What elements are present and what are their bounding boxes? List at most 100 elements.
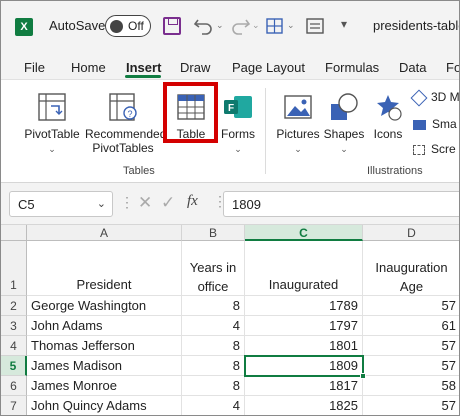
cell-age[interactable]: 57 (363, 336, 459, 356)
cell-c1[interactable]: Inaugurated (245, 241, 363, 296)
insert-function-icon[interactable]: fx (187, 193, 198, 210)
chevron-down-icon: ⌄ (234, 144, 242, 154)
cell-president[interactable]: John Quincy Adams (27, 396, 182, 415)
icons-button[interactable]: Icons (369, 92, 407, 141)
cell-age[interactable]: 61 (363, 316, 459, 336)
tab-formulas[interactable]: Formulas (325, 60, 379, 75)
cell-age[interactable]: 58 (363, 376, 459, 396)
cell-years[interactable]: 4 (182, 316, 245, 336)
tab-page-layout[interactable]: Page Layout (232, 60, 305, 75)
tab-formulas-partial[interactable]: Fo (446, 60, 459, 75)
form-icon[interactable] (305, 17, 325, 35)
row-header-6[interactable]: 6 (1, 376, 27, 396)
cell-president[interactable]: George Washington (27, 296, 182, 316)
borders-dropdown-icon[interactable]: ⌄ (287, 20, 295, 31)
cell-age[interactable]: 57 (363, 356, 459, 376)
chevron-down-icon: ⌄ (294, 144, 302, 154)
cell-d1-line1: Inauguration (375, 260, 448, 275)
smartart-label: Sma (432, 117, 457, 131)
redo-icon[interactable] (229, 16, 251, 36)
cell-president[interactable]: Thomas Jefferson (27, 336, 182, 356)
pictures-button[interactable]: Pictures ⌄ (273, 92, 323, 156)
shapes-button[interactable]: Shapes ⌄ (323, 92, 365, 156)
cell-d1[interactable]: Inauguration Age (363, 241, 459, 296)
screenshot-button[interactable]: Scre (413, 142, 459, 156)
column-header-c[interactable]: C (245, 225, 363, 241)
select-all-corner[interactable] (1, 225, 27, 241)
recommended-pivottables-button[interactable]: ? Recommended PivotTables (85, 92, 167, 155)
row-header-2[interactable]: 2 (1, 296, 27, 316)
redo-dropdown-icon[interactable]: ⌄ (252, 20, 260, 31)
autosave-state: Off (128, 19, 144, 33)
cell-b1-line1: Years in (189, 260, 237, 275)
cell-inaugurated[interactable]: 1797 (245, 316, 363, 336)
screenshot-label: Scre (431, 142, 456, 156)
cell-years[interactable]: 8 (182, 376, 245, 396)
cell-inaugurated[interactable]: 1817 (245, 376, 363, 396)
tab-file[interactable]: File (24, 60, 45, 75)
cell-age[interactable]: 57 (363, 296, 459, 316)
smartart-icon (413, 119, 426, 130)
undo-dropdown-icon[interactable]: ⌄ (216, 20, 224, 31)
cell-a1[interactable]: President (27, 241, 182, 296)
cell-president[interactable]: James Madison (27, 356, 182, 376)
cell-years[interactable]: 8 (182, 356, 245, 376)
active-tab-indicator (125, 75, 161, 78)
tab-home[interactable]: Home (71, 60, 106, 75)
forms-button[interactable]: F Forms ⌄ (217, 92, 259, 156)
cell-b1[interactable]: Years in office (182, 241, 245, 296)
cell-president[interactable]: John Adams (27, 316, 182, 336)
tab-insert[interactable]: Insert (126, 60, 161, 75)
enter-icon[interactable]: ✓ (161, 193, 175, 213)
ribbon: PivotTable ⌄ ? Recommended PivotTables T… (1, 79, 459, 183)
shapes-label: Shapes (323, 127, 365, 141)
chevron-down-icon: ⌄ (340, 144, 348, 154)
fill-handle[interactable] (360, 373, 366, 379)
formula-input[interactable]: 1809 (223, 191, 459, 217)
name-box[interactable]: C5 ⌄ (9, 191, 113, 217)
row-header-7[interactable]: 7 (1, 396, 27, 415)
column-header-a[interactable]: A (27, 225, 182, 241)
row-header-1[interactable]: 1 (1, 241, 27, 296)
row-header-4[interactable]: 4 (1, 336, 27, 356)
borders-icon[interactable] (265, 17, 285, 35)
cell-years[interactable]: 4 (182, 396, 245, 415)
cell-age[interactable]: 57 (363, 396, 459, 415)
cell-d1-line2: Age (399, 279, 424, 294)
column-header-b[interactable]: B (182, 225, 245, 241)
smartart-button[interactable]: Sma (413, 117, 459, 131)
toggle-knob (110, 19, 123, 33)
cell-inaugurated[interactable]: 1789 (245, 296, 363, 316)
row-header-3[interactable]: 3 (1, 316, 27, 336)
menu-bar: File Home Insert Draw Page Layout Formul… (1, 51, 459, 79)
recommended-pivottables-icon: ? (109, 93, 137, 121)
row-header-5[interactable]: 5 (1, 356, 27, 376)
cell-years[interactable]: 8 (182, 336, 245, 356)
autosave-toggle[interactable]: Off (105, 15, 151, 37)
cancel-icon[interactable]: ✕ (138, 193, 152, 213)
cell-inaugurated[interactable]: 1801 (245, 336, 363, 356)
cell-inaugurated[interactable]: 1825 (245, 396, 363, 415)
tab-data[interactable]: Data (399, 60, 426, 75)
icons-icon (377, 95, 402, 121)
forms-icon: F (224, 96, 252, 118)
cell-years[interactable]: 8 (182, 296, 245, 316)
cell-b1-line2: office (197, 279, 229, 294)
tab-draw[interactable]: Draw (180, 60, 210, 75)
sheet-grid[interactable]: A B C D 1 2 3 4 5 6 7 President Years in… (1, 225, 459, 415)
tables-group-label: Tables (123, 165, 155, 177)
3d-models-button[interactable]: 3D M (410, 89, 459, 107)
pivottable-button[interactable]: PivotTable ⌄ (21, 92, 83, 156)
table-highlight-annotation (163, 82, 218, 143)
recommended-label-line1: Recommended (85, 127, 167, 141)
shapes-icon (331, 93, 358, 120)
illustrations-group-label: Illustrations (367, 165, 423, 177)
cell-president[interactable]: James Monroe (27, 376, 182, 396)
save-icon[interactable] (163, 17, 181, 35)
formula-value: 1809 (232, 197, 261, 212)
undo-icon[interactable] (193, 16, 215, 36)
excel-logo-icon: X (15, 18, 33, 36)
column-header-d[interactable]: D (363, 225, 459, 241)
customize-toolbar-icon[interactable]: ▾ (341, 17, 347, 31)
chevron-down-icon: ⌄ (96, 198, 106, 210)
